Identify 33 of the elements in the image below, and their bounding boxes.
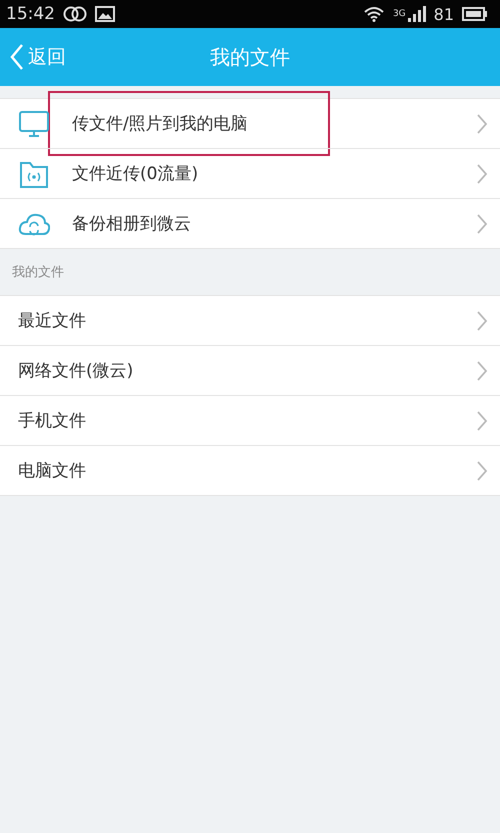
chevron-left-icon	[10, 43, 24, 71]
image-icon	[95, 6, 115, 22]
network-label: 3G	[392, 8, 406, 18]
list-item[interactable]: 传文件/照片到我的电脑	[0, 99, 500, 149]
item-label: 文件近传(0流量)	[72, 163, 200, 185]
monitor-icon	[18, 108, 50, 138]
chevron-right-icon	[476, 162, 488, 184]
chevron-right-icon	[476, 112, 488, 134]
signal-icon	[408, 6, 426, 22]
chevron-right-icon	[476, 212, 488, 234]
wifi-icon	[362, 6, 385, 22]
battery-level: 81	[434, 4, 454, 24]
clock-time: 15:42	[6, 4, 55, 24]
list-item[interactable]: 手机文件	[0, 396, 500, 446]
list-item[interactable]: 最近文件	[0, 296, 500, 346]
item-label: 电脑文件	[18, 460, 87, 482]
section-title: 我的文件	[11, 264, 65, 282]
battery-icon	[462, 7, 488, 21]
list-item[interactable]: 电脑文件	[0, 446, 500, 496]
chevron-right-icon	[476, 410, 488, 432]
list-item[interactable]: 文件近传(0流量)	[0, 149, 500, 199]
page-title: 我的文件	[209, 44, 291, 70]
chevron-right-icon	[476, 360, 488, 382]
item-label: 传文件/照片到我的电脑	[72, 113, 249, 135]
item-label: 最近文件	[18, 310, 87, 332]
item-label: 手机文件	[18, 410, 87, 432]
rings-icon	[63, 6, 87, 22]
item-label: 备份相册到微云	[72, 213, 192, 235]
list-item[interactable]: 备份相册到微云	[0, 199, 500, 249]
chevron-right-icon	[476, 460, 488, 482]
list-item[interactable]: 网络文件(微云)	[0, 346, 500, 396]
item-label: 网络文件(微云)	[18, 360, 134, 382]
chevron-right-icon	[476, 310, 488, 332]
